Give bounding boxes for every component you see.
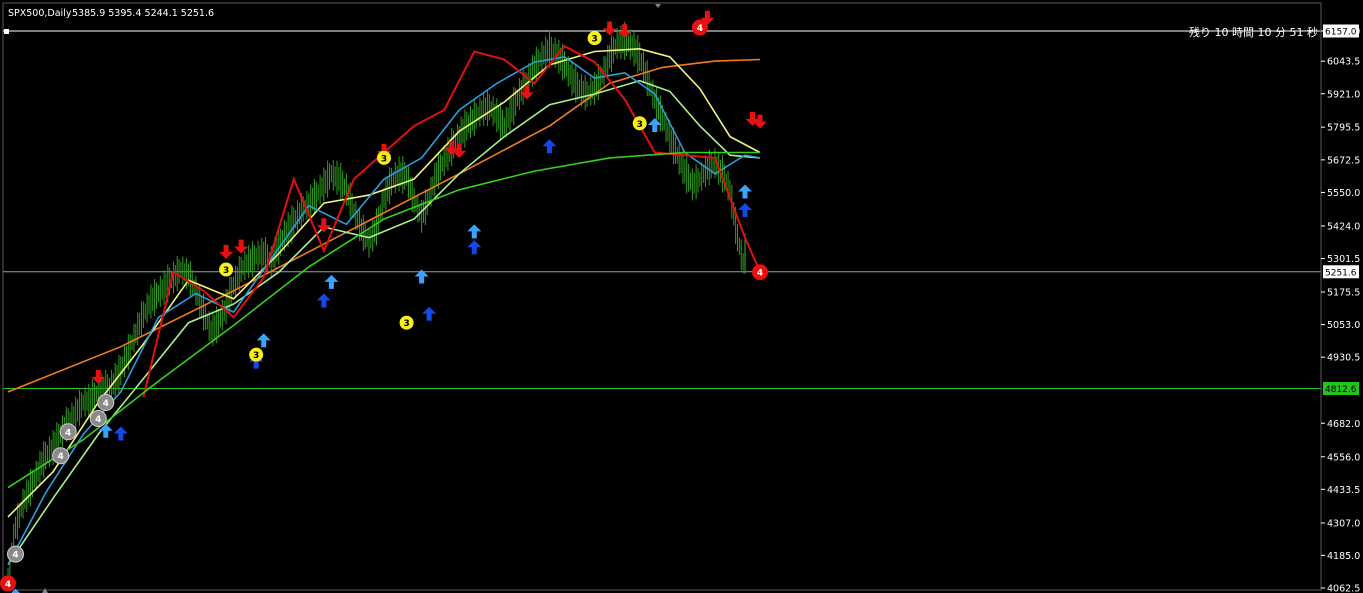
- price-tag-label: 6157.0: [1325, 28, 1357, 38]
- badge-label: 3: [591, 35, 597, 45]
- ohlc-readout: 5385.9 5395.4 5244.1 5251.6: [72, 8, 214, 19]
- y-tick-label: 5424.0: [1327, 221, 1360, 232]
- line-handle[interactable]: [4, 29, 9, 34]
- y-tick-label: 4062.5: [1327, 584, 1360, 593]
- y-tick-label: 4307.0: [1327, 518, 1360, 529]
- symbol-label: SPX500,Daily: [8, 8, 72, 19]
- price-tag-label: 4812.6: [1325, 385, 1357, 395]
- badge-label: 4: [103, 399, 109, 409]
- badge-label: 4: [697, 24, 703, 34]
- y-tick-label: 5301.5: [1327, 254, 1360, 265]
- badge-label: 4: [95, 415, 101, 425]
- badge-label: 4: [12, 551, 18, 561]
- price-chart[interactable]: 33333344444444 6157.06043.55921.05795.55…: [0, 0, 1363, 593]
- badge-label: 3: [403, 319, 409, 329]
- y-tick-label: 4682.0: [1327, 419, 1360, 430]
- price-tag-label: 5251.6: [1325, 268, 1357, 278]
- countdown-timer: 残り 10 時間 10 分 51 秒: [1189, 25, 1318, 39]
- badge-label: 4: [757, 269, 763, 279]
- badge-label: 3: [637, 120, 643, 130]
- badge-label: 4: [58, 452, 64, 462]
- y-tick-label: 5795.5: [1327, 123, 1360, 134]
- y-tick-label: 5550.0: [1327, 188, 1360, 199]
- badge-label: 4: [5, 580, 11, 590]
- y-tick-label: 4556.0: [1327, 452, 1360, 463]
- y-tick-label: 4930.5: [1327, 353, 1360, 364]
- badge-label: 3: [223, 266, 229, 276]
- y-tick-label: 5921.0: [1327, 89, 1360, 100]
- y-tick-label: 4185.0: [1327, 551, 1360, 562]
- y-tick-label: 5175.5: [1327, 288, 1360, 299]
- y-tick-label: 6043.5: [1327, 57, 1360, 68]
- badge-label: 3: [381, 154, 387, 164]
- y-tick-label: 5053.0: [1327, 320, 1360, 331]
- y-tick-label: 4433.5: [1327, 485, 1360, 496]
- y-tick-label: 5672.5: [1327, 155, 1360, 166]
- badge-label: 3: [253, 351, 259, 361]
- badge-label: 4: [65, 428, 71, 438]
- chart-background: [0, 0, 1363, 593]
